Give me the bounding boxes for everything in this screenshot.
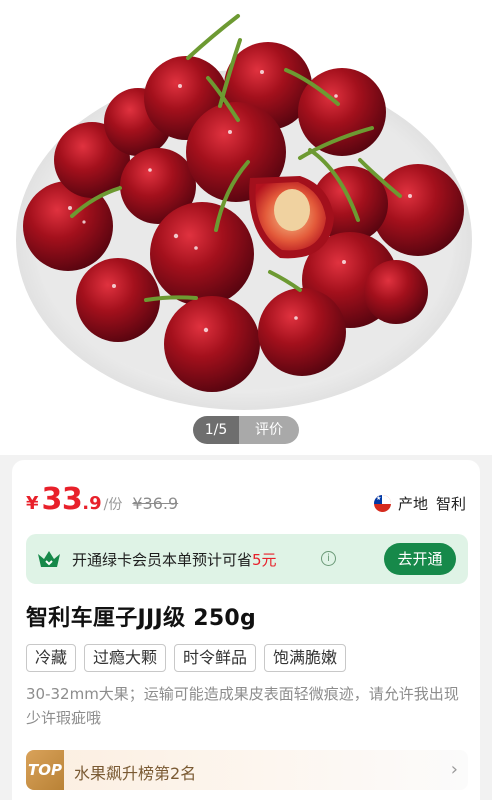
origin-label: 产地: [397, 495, 428, 513]
price-currency: ¥: [26, 493, 39, 514]
product-image-carousel[interactable]: 1/5 评价: [0, 0, 492, 455]
price-block: ¥ 33 .9 /份 ¥36.9: [26, 482, 178, 522]
tag-item: 饱满脆嫩: [264, 644, 347, 672]
info-icon[interactable]: i: [321, 551, 336, 566]
membership-banner[interactable]: 开通绿卡会员本单预计可省5元 i 去开通: [26, 534, 468, 584]
tag-item: 冷藏: [26, 644, 77, 672]
product-title: 智利车厘子JJJ级 250g: [26, 606, 257, 631]
top-badge-icon: TOP: [26, 750, 64, 790]
tag-item: 时令鲜品: [174, 644, 257, 672]
crown-icon: [38, 551, 60, 567]
open-membership-button[interactable]: 去开通: [384, 543, 456, 575]
product-info-card: ¥ 33 .9 /份 ¥36.9 ★ 产地 智利 开通绿卡会员本单预计可省5元 …: [12, 460, 480, 800]
product-photo: [16, 14, 472, 410]
product-tags: 冷藏 过瘾大颗 时令鲜品 饱满脆嫩: [26, 644, 354, 672]
gallery-pager: 1/5 评价: [193, 416, 299, 444]
original-price: ¥36.9: [132, 494, 179, 513]
ranking-banner[interactable]: TOP 水果飙升榜第2名 ›: [26, 750, 468, 790]
membership-savings: 5元: [252, 551, 277, 569]
price-integer: 33: [41, 482, 83, 517]
membership-text: 开通绿卡会员本单预计可省5元: [72, 551, 277, 569]
price-decimal: .9: [82, 493, 102, 514]
ranking-number: 2: [170, 764, 181, 783]
ranking-text: 水果飙升榜第2名: [74, 764, 197, 783]
chevron-right-icon: ›: [450, 759, 458, 780]
tag-item: 过瘾大颗: [84, 644, 167, 672]
origin-info: ★ 产地 智利: [373, 493, 466, 514]
tab-reviews[interactable]: 评价: [239, 416, 299, 444]
price-unit: /份: [103, 497, 123, 513]
product-description: 30-32mm大果；运输可能造成果皮表面轻微痕迹，请允许我出现少许瑕疵哦: [26, 685, 459, 727]
image-index-indicator: 1/5: [193, 416, 239, 444]
chile-flag-icon: ★: [373, 495, 391, 512]
origin-country: 智利: [435, 495, 466, 513]
